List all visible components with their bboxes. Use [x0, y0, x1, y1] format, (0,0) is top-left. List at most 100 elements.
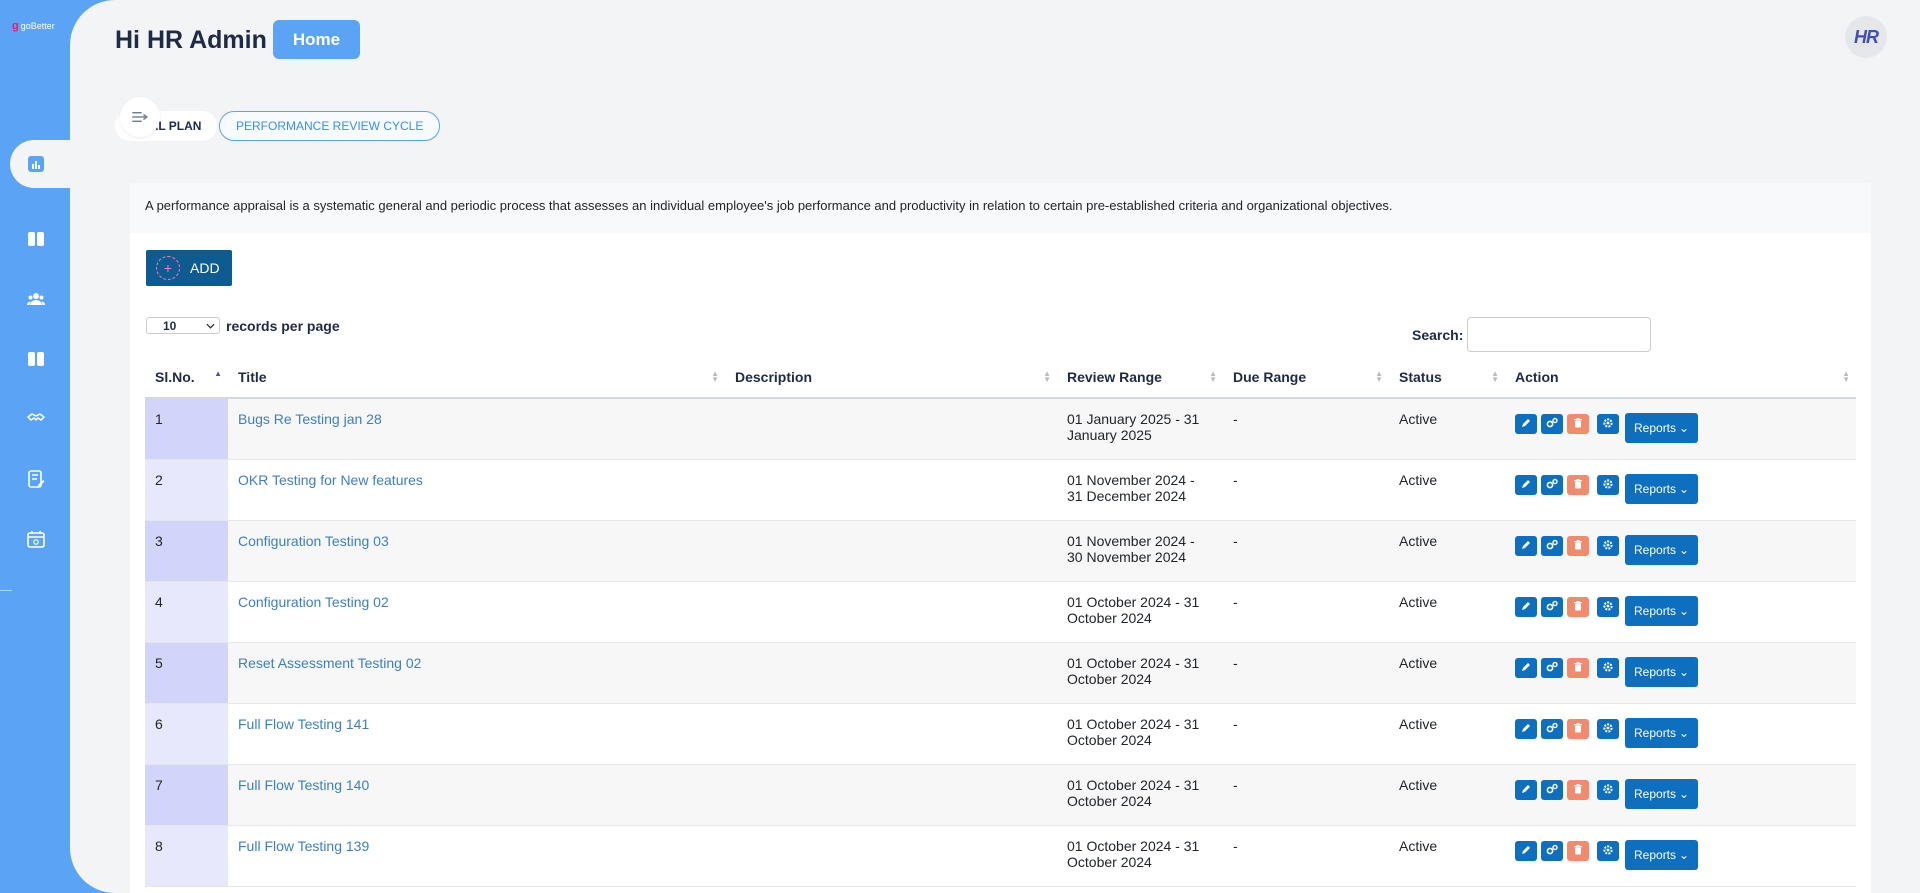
logo-mark-icon: g — [12, 20, 19, 32]
cell-description — [725, 703, 1057, 765]
settings-button[interactable] — [1597, 414, 1619, 434]
sidebar-item-columns[interactable] — [27, 230, 45, 248]
delete-button[interactable] — [1567, 474, 1589, 495]
settings-button[interactable] — [1597, 657, 1619, 678]
gear-icon — [1602, 538, 1614, 554]
sidebar-item-columns-2[interactable] — [27, 350, 45, 368]
chevron-down-icon — [206, 323, 215, 329]
vertical-scrollbar[interactable] — [1912, 80, 1920, 893]
sidebar-item-users[interactable] — [27, 290, 45, 308]
delete-button[interactable] — [1567, 840, 1589, 861]
cell-description — [725, 581, 1057, 643]
reports-dropdown-button[interactable]: Reports ⌄ — [1625, 839, 1699, 870]
cell-sl-no: 4 — [145, 581, 228, 643]
configure-button[interactable] — [1541, 535, 1563, 556]
edit-button[interactable] — [1515, 840, 1537, 861]
tab-performance-review-cycle[interactable]: PERFORMANCE REVIEW CYCLE — [219, 111, 441, 141]
reports-dropdown-button[interactable]: Reports ⌄ — [1625, 717, 1699, 748]
edit-icon — [1520, 782, 1532, 798]
content-card: A performance appraisal is a systematic … — [130, 183, 1871, 893]
trash-icon — [1572, 538, 1584, 554]
delete-button[interactable] — [1567, 414, 1589, 434]
configure-button[interactable] — [1541, 596, 1563, 617]
delete-button[interactable] — [1567, 535, 1589, 556]
cell-review-range: 01 October 2024 - 31 October 2024 — [1057, 825, 1223, 887]
configure-button[interactable] — [1541, 474, 1563, 495]
reports-dropdown-button[interactable]: Reports ⌄ — [1625, 656, 1699, 687]
logo-text: goBetter — [20, 21, 55, 31]
edit-button[interactable] — [1515, 657, 1537, 678]
cell-due-range: - — [1223, 581, 1389, 643]
reports-dropdown-button[interactable]: Reports ⌄ — [1625, 473, 1699, 504]
configure-button[interactable] — [1541, 657, 1563, 678]
home-button[interactable]: Home — [273, 20, 360, 59]
title-link[interactable]: Configuration Testing 03 — [238, 533, 389, 549]
edit-button[interactable] — [1515, 474, 1537, 495]
reports-dropdown-button[interactable]: Reports ⌄ — [1625, 413, 1699, 443]
edit-icon — [1520, 477, 1532, 493]
title-link[interactable]: OKR Testing for New features — [238, 472, 423, 488]
add-button-label: ADD — [190, 260, 220, 276]
gear-icon — [1602, 721, 1614, 737]
avatar[interactable]: HR — [1845, 16, 1887, 58]
sidebar-item-handshake[interactable] — [27, 409, 45, 427]
collapse-sidebar-button[interactable] — [120, 97, 160, 137]
reports-dropdown-button[interactable]: Reports ⌄ — [1625, 534, 1699, 565]
edit-button[interactable] — [1515, 414, 1537, 434]
title-link[interactable]: Configuration Testing 02 — [238, 594, 389, 610]
column-header-title[interactable]: Title ▲ ▼ — [228, 357, 725, 399]
configure-button[interactable] — [1541, 779, 1563, 800]
search-input[interactable] — [1467, 317, 1652, 352]
chevron-down-icon: ⌄ — [1679, 421, 1690, 435]
title-link[interactable]: Reset Assessment Testing 02 — [238, 655, 421, 671]
trash-icon — [1572, 782, 1584, 798]
settings-button[interactable] — [1597, 474, 1619, 495]
sidebar-item-dashboard[interactable] — [10, 140, 72, 188]
configure-button[interactable] — [1541, 414, 1563, 434]
trash-icon — [1572, 721, 1584, 737]
settings-button[interactable] — [1597, 718, 1619, 739]
delete-button[interactable] — [1567, 718, 1589, 739]
add-button[interactable]: + ADD — [146, 250, 232, 286]
delete-button[interactable] — [1567, 657, 1589, 678]
cell-sl-no: 6 — [145, 703, 228, 765]
settings-button[interactable] — [1597, 535, 1619, 556]
configure-button[interactable] — [1541, 718, 1563, 739]
chevron-down-icon: ⌄ — [1679, 664, 1690, 679]
cell-status: Active — [1389, 459, 1505, 521]
reports-dropdown-button[interactable]: Reports ⌄ — [1625, 778, 1699, 809]
title-link[interactable]: Bugs Re Testing jan 28 — [238, 411, 382, 427]
cell-title: Full Flow Testing 140 — [228, 764, 725, 826]
review-cycle-table: Sl.No. ▲ Title ▲ ▼ Description ▲ ▼ Review Ran… — [145, 357, 1856, 887]
edit-button[interactable] — [1515, 596, 1537, 617]
gear-icon — [1602, 416, 1614, 432]
edit-button[interactable] — [1515, 718, 1537, 739]
configure-button[interactable] — [1541, 840, 1563, 861]
sidebar-item-notes[interactable] — [27, 470, 45, 488]
gear-icon — [1602, 599, 1614, 615]
sort-asc-icon: ▲ — [214, 369, 222, 378]
sidebar-item-calendar[interactable] — [27, 530, 45, 548]
reports-dropdown-button[interactable]: Reports ⌄ — [1625, 595, 1699, 626]
delete-button[interactable] — [1567, 596, 1589, 617]
column-header-review-range[interactable]: Review Range ▲ ▼ — [1057, 357, 1223, 399]
page-size-select[interactable]: 10 — [146, 317, 220, 334]
edit-button[interactable] — [1515, 779, 1537, 800]
settings-button[interactable] — [1597, 779, 1619, 800]
settings-button[interactable] — [1597, 596, 1619, 617]
settings-button[interactable] — [1597, 840, 1619, 861]
sort-icon: ▲ ▼ — [1043, 369, 1051, 384]
cell-status: Active — [1389, 703, 1505, 765]
title-link[interactable]: Full Flow Testing 139 — [238, 838, 369, 854]
title-link[interactable]: Full Flow Testing 140 — [238, 777, 369, 793]
title-link[interactable]: Full Flow Testing 141 — [238, 716, 369, 732]
delete-button[interactable] — [1567, 779, 1589, 800]
chevron-down-icon: ⌄ — [1679, 725, 1690, 740]
column-header-due-range[interactable]: Due Range ▲ ▼ — [1223, 357, 1389, 399]
column-header-action[interactable]: Action ▲ ▼ — [1505, 357, 1856, 399]
column-header-sl-no[interactable]: Sl.No. ▲ — [145, 357, 228, 399]
column-header-status[interactable]: Status ▲ ▼ — [1389, 357, 1505, 399]
column-header-description[interactable]: Description ▲ ▼ — [725, 357, 1057, 399]
edit-button[interactable] — [1515, 535, 1537, 556]
cell-title: Full Flow Testing 141 — [228, 703, 725, 765]
